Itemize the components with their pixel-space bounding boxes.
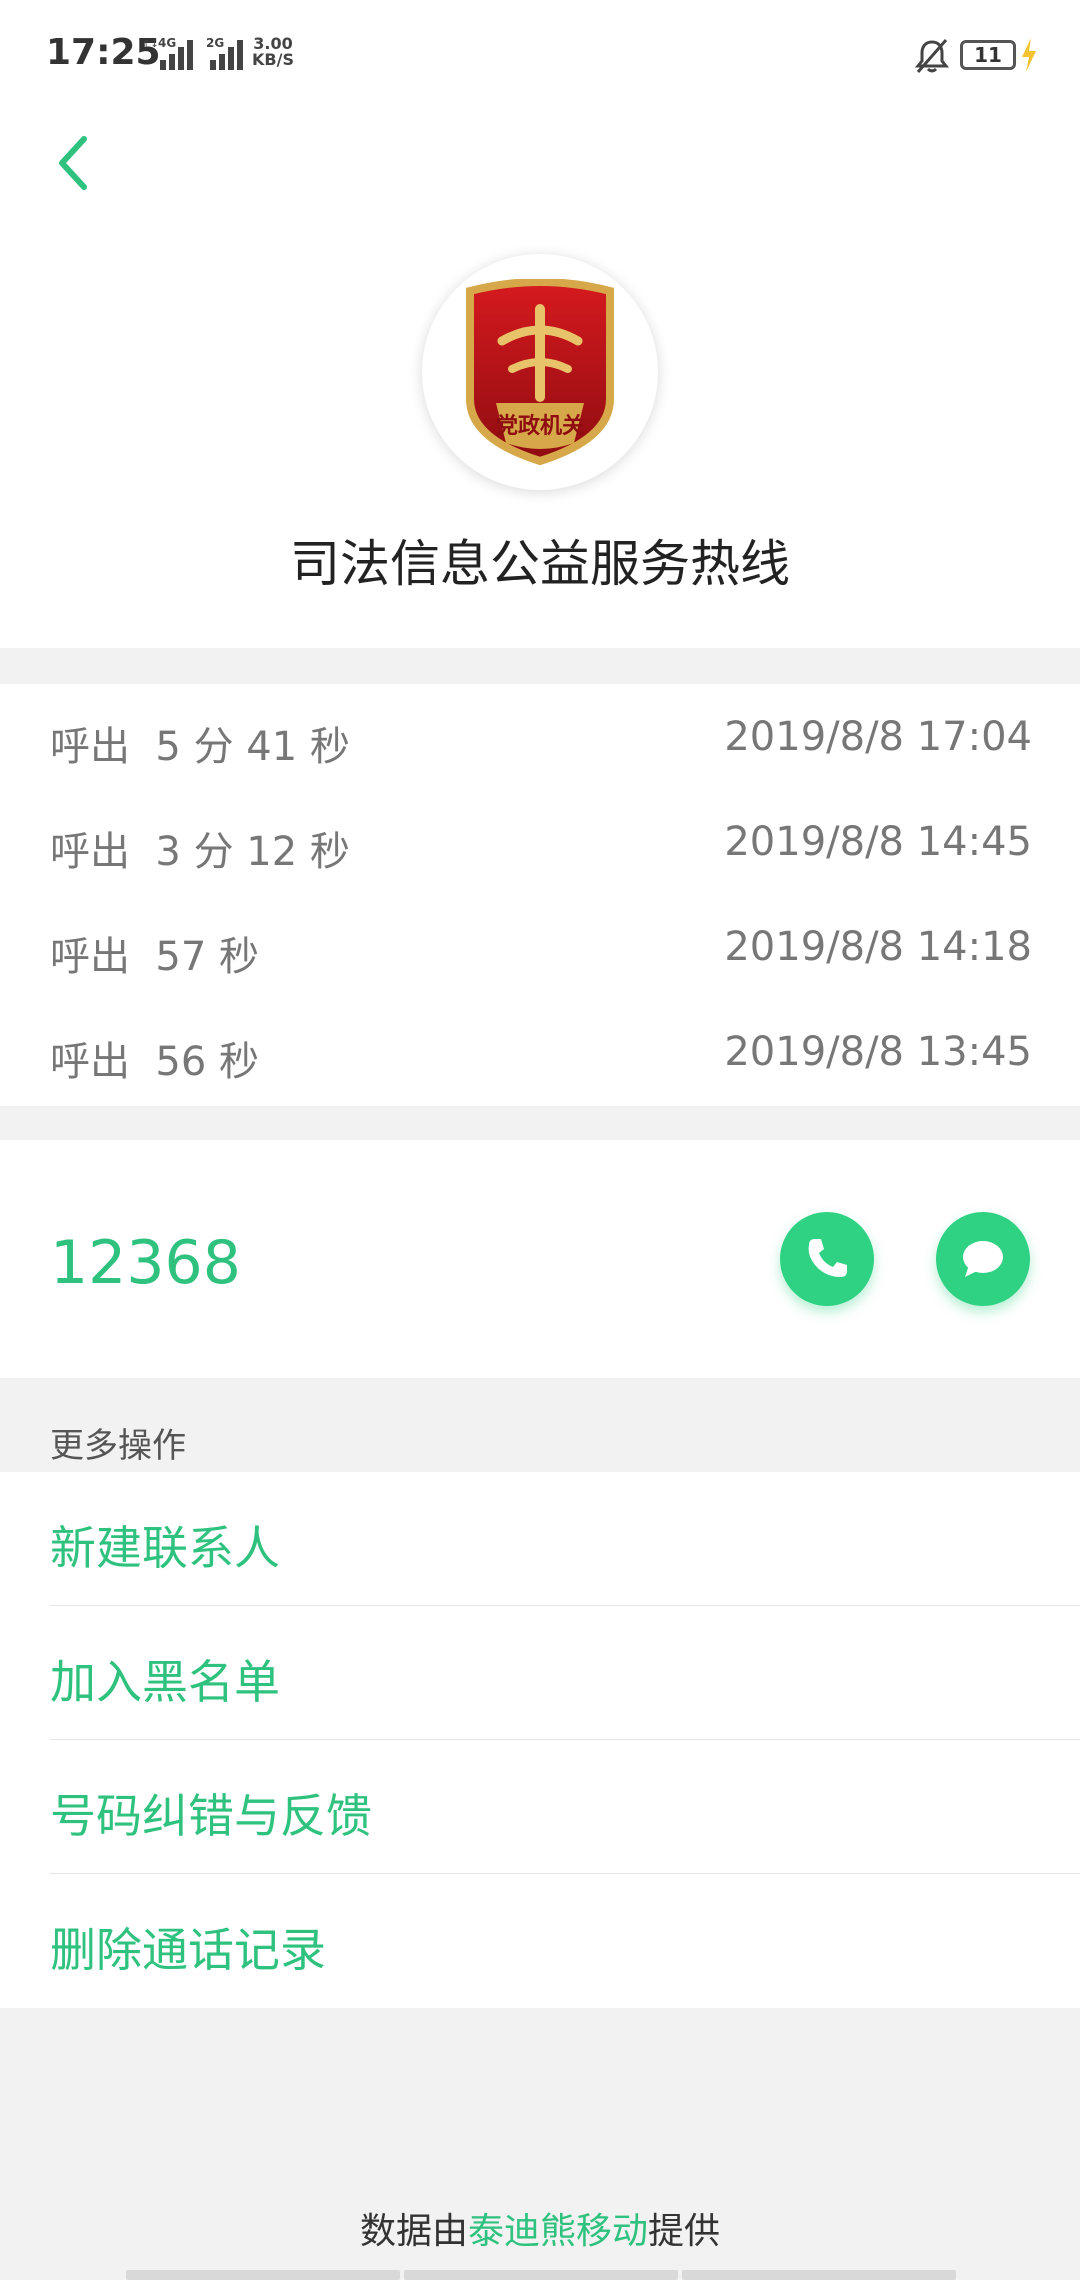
footer-prefix: 数据由 bbox=[359, 2211, 468, 2252]
nav-segment[interactable] bbox=[404, 2270, 678, 2280]
call-timestamp: 2019/8/8 17:04 bbox=[724, 714, 1032, 760]
message-bubble-icon bbox=[963, 1241, 1003, 1277]
phone-icon bbox=[808, 1239, 847, 1277]
call-log-row: 呼出 3 分 12 秒 2019/8/8 14:45 bbox=[0, 789, 1080, 894]
more-actions-list: 新建联系人 加入黑名单 号码纠错与反馈 删除通话记录 bbox=[0, 1472, 1080, 2008]
data-provider-footer: 数据由泰迪熊移动提供 bbox=[0, 2202, 1080, 2254]
back-button[interactable] bbox=[38, 118, 108, 208]
call-type-duration: 呼出 3 分 12 秒 bbox=[50, 829, 350, 875]
contact-name: 司法信息公益服务热线 bbox=[290, 535, 790, 593]
mute-bell-icon bbox=[914, 39, 950, 73]
call-log-row: 呼出 56 秒 2019/8/8 13:45 bbox=[0, 999, 1080, 1104]
nav-segment[interactable] bbox=[682, 2270, 956, 2280]
action-label: 号码纠错与反馈 bbox=[50, 1789, 372, 1843]
government-badge-icon: 党政机关 bbox=[466, 279, 614, 465]
call-timestamp: 2019/8/8 13:45 bbox=[724, 1029, 1032, 1075]
call-log: 呼出 5 分 41 秒 2019/8/8 17:04 呼出 3 分 12 秒 2… bbox=[0, 684, 1080, 1106]
svg-text:↑↓: ↑↓ bbox=[142, 39, 159, 50]
more-actions-title: 更多操作 bbox=[50, 1426, 186, 1466]
call-button[interactable] bbox=[780, 1212, 874, 1306]
charging-bolt-icon bbox=[1022, 38, 1036, 72]
net1-tag: 4G bbox=[158, 36, 177, 50]
number-card: 12368 bbox=[0, 1140, 1080, 1378]
action-number-feedback[interactable]: 号码纠错与反馈 bbox=[0, 1740, 1080, 1874]
call-type-duration: 呼出 57 秒 bbox=[50, 934, 260, 980]
action-new-contact[interactable]: 新建联系人 bbox=[0, 1472, 1080, 1606]
footer-provider-link[interactable]: 泰迪熊移动 bbox=[468, 2211, 648, 2252]
action-label: 加入黑名单 bbox=[50, 1655, 280, 1709]
action-label: 删除通话记录 bbox=[50, 1923, 326, 1977]
network-speed: 3.00 KB/S bbox=[252, 36, 294, 68]
status-bar: 17:25 ↑↓ 4G 2G 3.00 KB/S 11 bbox=[0, 0, 1080, 110]
network-speed-unit: KB/S bbox=[252, 50, 294, 69]
nav-segment[interactable] bbox=[126, 2270, 400, 2280]
message-button[interactable] bbox=[936, 1212, 1030, 1306]
net2-tag: 2G bbox=[206, 36, 225, 50]
call-type-duration: 呼出 5 分 41 秒 bbox=[50, 724, 350, 770]
action-add-blacklist[interactable]: 加入黑名单 bbox=[0, 1606, 1080, 1740]
call-log-row: 呼出 57 秒 2019/8/8 14:18 bbox=[0, 894, 1080, 999]
action-delete-call-log[interactable]: 删除通话记录 bbox=[0, 1874, 1080, 2008]
back-arrow-icon bbox=[59, 136, 87, 190]
navigation-gesture-bar[interactable] bbox=[126, 2270, 956, 2280]
call-type-duration: 呼出 56 秒 bbox=[50, 1039, 260, 1085]
call-timestamp: 2019/8/8 14:45 bbox=[724, 819, 1032, 865]
battery-icon: 11 bbox=[960, 40, 1016, 70]
call-timestamp: 2019/8/8 14:18 bbox=[724, 924, 1032, 970]
badge-text: 党政机关 bbox=[496, 413, 584, 439]
phone-number[interactable]: 12368 bbox=[50, 1228, 241, 1298]
action-label: 新建联系人 bbox=[50, 1521, 280, 1575]
contact-avatar: 党政机关 bbox=[422, 254, 658, 490]
call-log-row: 呼出 5 分 41 秒 2019/8/8 17:04 bbox=[0, 684, 1080, 789]
footer-suffix: 提供 bbox=[648, 2211, 721, 2252]
contact-header: 党政机关 司法信息公益服务热线 bbox=[0, 110, 1080, 648]
